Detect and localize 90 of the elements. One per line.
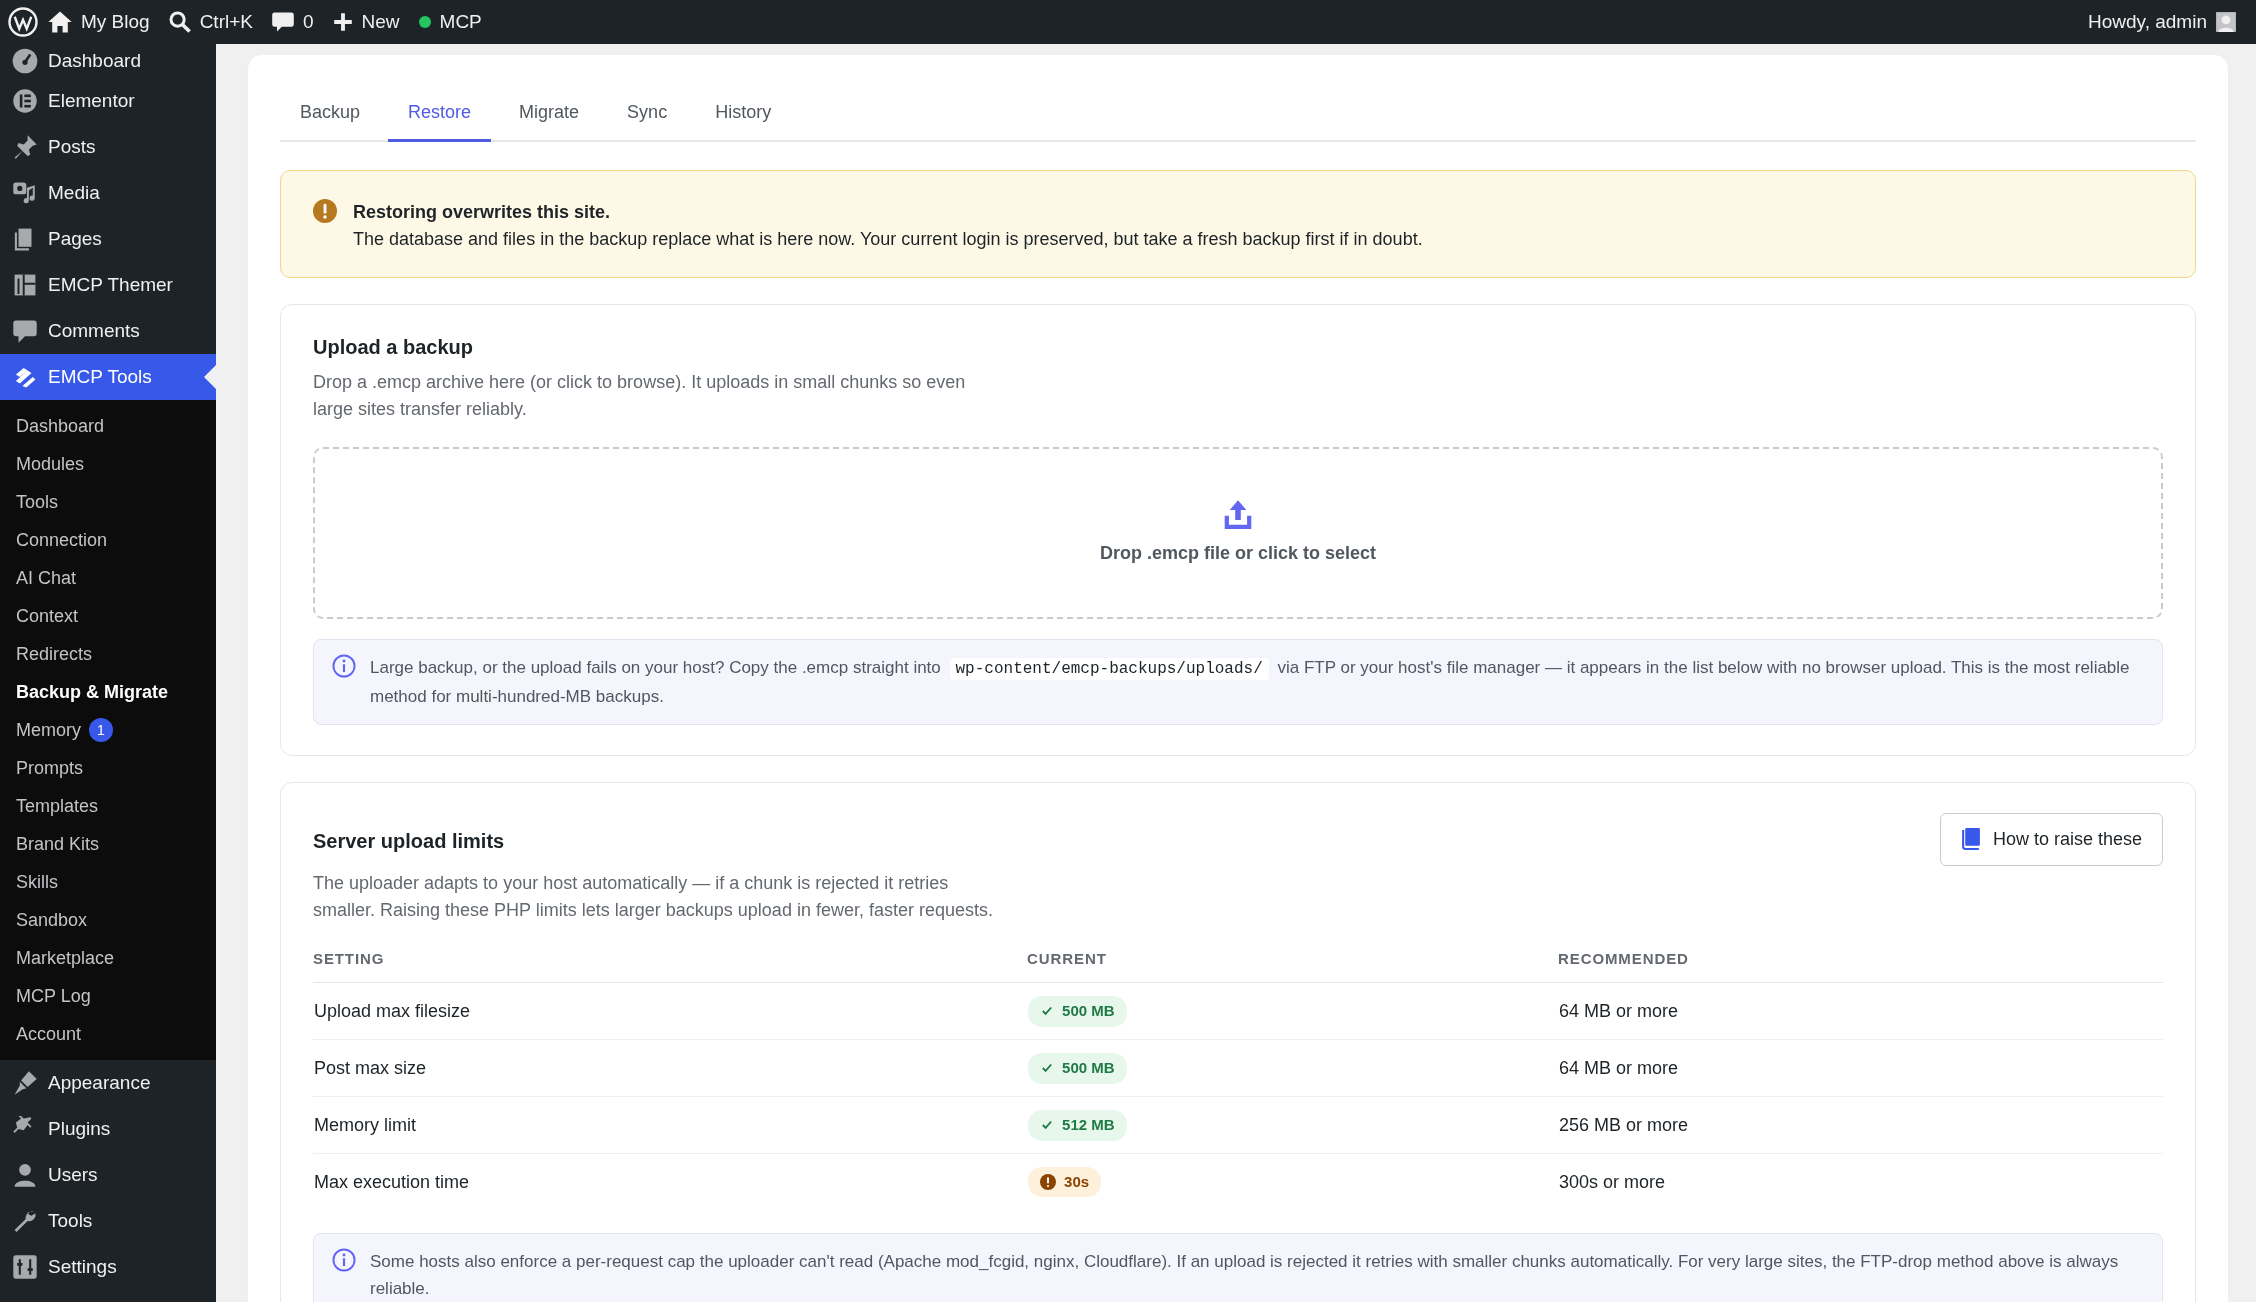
plus-icon <box>331 11 354 33</box>
submenu-item[interactable]: Redirects <box>0 635 216 673</box>
submenu-item[interactable]: Tools <box>0 483 216 521</box>
sidebar-item[interactable]: EMCP Tools <box>0 354 216 400</box>
warning-icon <box>313 199 337 223</box>
section-description: Drop a .emcp archive here (or click to browse). It uploads in small chunks so even large sites transfer reliably. <box>313 371 967 421</box>
submenu-item[interactable]: Connection <box>0 521 216 559</box>
sidebar-item[interactable]: Tools <box>0 1198 216 1244</box>
mcp-link[interactable]: MCP <box>408 0 491 44</box>
search-icon <box>167 10 192 34</box>
submenu-item[interactable]: Account <box>0 1015 216 1053</box>
table-cell: 300s or more <box>1558 1153 2163 1211</box>
info-icon <box>332 1247 356 1272</box>
section-title: Upload a backup <box>313 335 475 359</box>
submenu-item[interactable]: Marketplace <box>0 939 216 977</box>
upload-icon <box>1224 499 1252 530</box>
submenu-item[interactable]: AI Chat <box>0 559 216 597</box>
wordpress-logo <box>8 7 38 37</box>
status-pill: 500 MB <box>1028 996 1127 1027</box>
submenu-item[interactable]: Prompts <box>0 749 216 787</box>
section-description: The uploader adapts to your host automatically — if a chunk is rejected it retries smaller. Raising these PHP limits lets larger backups upload in fewer, faster requests. <box>313 871 993 922</box>
brush-icon <box>12 1070 38 1096</box>
new-link[interactable]: New <box>322 0 409 44</box>
drop-zone-label: Drop .emcp file or click to select <box>1099 541 1377 565</box>
media-icon <box>12 180 38 206</box>
column-header: SETTING <box>313 947 1028 983</box>
table-cell: 256 MB or more <box>1558 1096 2163 1154</box>
sidebar-item[interactable]: Comments <box>0 308 216 354</box>
table-cell: Max execution time <box>313 1153 1028 1211</box>
column-header: RECOMMENDED <box>1558 947 2163 983</box>
sidebar-item[interactable]: Posts <box>0 124 216 170</box>
user-icon <box>12 1162 38 1188</box>
drop-zone[interactable]: Drop .emcp file or click to select <box>313 447 2163 619</box>
count-badge: 1 <box>89 718 113 742</box>
site-link[interactable]: My Blog <box>38 0 159 44</box>
sidebar-item[interactable]: Settings <box>0 1244 216 1290</box>
tab[interactable]: Restore <box>388 85 492 142</box>
tab[interactable]: Migrate <box>499 85 600 142</box>
comments-link[interactable]: 0 <box>261 0 323 44</box>
help-button[interactable]: How to raise these <box>1939 812 2163 866</box>
sidebar-item[interactable]: Users <box>0 1152 216 1198</box>
elementor-icon <box>12 88 38 114</box>
book-icon <box>1960 828 1981 851</box>
warning-icon <box>1040 1174 1057 1191</box>
warning-text: The database and files in the backup replace what is here now. Your current login is preserved, but take a fresh backup first if in doubt. <box>353 228 1423 251</box>
sidebar-item[interactable]: Plugins <box>0 1106 216 1152</box>
tab[interactable]: History <box>695 85 792 142</box>
sliders-icon <box>12 1254 38 1280</box>
avatar-icon <box>2215 11 2237 33</box>
dashboard-icon <box>12 48 38 74</box>
table-cell: Memory limit <box>313 1096 1028 1154</box>
comment-icon <box>270 10 295 34</box>
column-header: CURRENT <box>1027 947 1559 983</box>
pin-icon <box>12 134 38 160</box>
submenu-item[interactable]: Memory 1 <box>0 711 216 749</box>
tab[interactable]: Sync <box>607 85 688 142</box>
menu-pointer <box>204 365 216 389</box>
submenu-item[interactable]: Skills <box>0 863 216 901</box>
search-link[interactable]: Ctrl+K <box>158 0 262 44</box>
info-icon <box>332 654 356 678</box>
table-cell: Upload max filesize <box>313 982 1028 1040</box>
sidebar-item[interactable]: EMCP Themer <box>0 262 216 308</box>
grid-icon <box>12 272 38 298</box>
home-icon <box>47 9 73 35</box>
submenu-item[interactable]: Backup & Migrate <box>0 673 216 711</box>
submenu-item[interactable]: MCP Log <box>0 977 216 1015</box>
table-cell: Post max size <box>313 1039 1028 1097</box>
sidebar-item[interactable]: Appearance <box>0 1060 216 1106</box>
sidebar-item[interactable]: Pages <box>0 216 216 262</box>
submenu-item[interactable]: Templates <box>0 787 216 825</box>
sidebar-item[interactable]: Elementor <box>0 78 216 124</box>
status-pill: 512 MB <box>1028 1110 1127 1141</box>
submenu-item[interactable]: Sandbox <box>0 901 216 939</box>
submenu-item[interactable]: Context <box>0 597 216 635</box>
tab[interactable]: Backup <box>280 85 381 142</box>
info-note: Some hosts also enforce a per-request cap the uploader can't read (Apache mod_fcgid, nginx, Cloudflare). If an upload is rejected it retries with smaller chunks automatically. For very large sites, the FTP-drop method above is always reliable. <box>370 1250 2120 1300</box>
account-menu[interactable]: Howdy, admin <box>2079 0 2246 44</box>
status-pill: 30s <box>1028 1166 1102 1198</box>
submenu-item[interactable]: Brand Kits <box>0 825 216 863</box>
submenu-item[interactable]: Modules <box>0 445 216 483</box>
status-pill: 500 MB <box>1028 1053 1127 1084</box>
info-note: Large backup, or the upload fails on your host? Copy the .emcp straight into wp-content/emcp-backups/uploads/ via FTP or your host's file manager — it appears in the list below with no browser upload. This is the most reliable method for multi-hundred-MB backups. <box>370 657 2131 708</box>
table-cell: 64 MB or more <box>1558 982 2163 1040</box>
warning-title: Restoring overwrites this site. <box>353 201 612 224</box>
sidebar-item[interactable]: Media <box>0 170 216 216</box>
comment-icon <box>12 318 38 344</box>
sidebar-item[interactable]: Dashboard <box>0 44 216 78</box>
section-title: Server upload limits <box>313 828 505 853</box>
table-cell: 64 MB or more <box>1558 1039 2163 1097</box>
submenu-item[interactable]: Dashboard <box>0 407 216 445</box>
